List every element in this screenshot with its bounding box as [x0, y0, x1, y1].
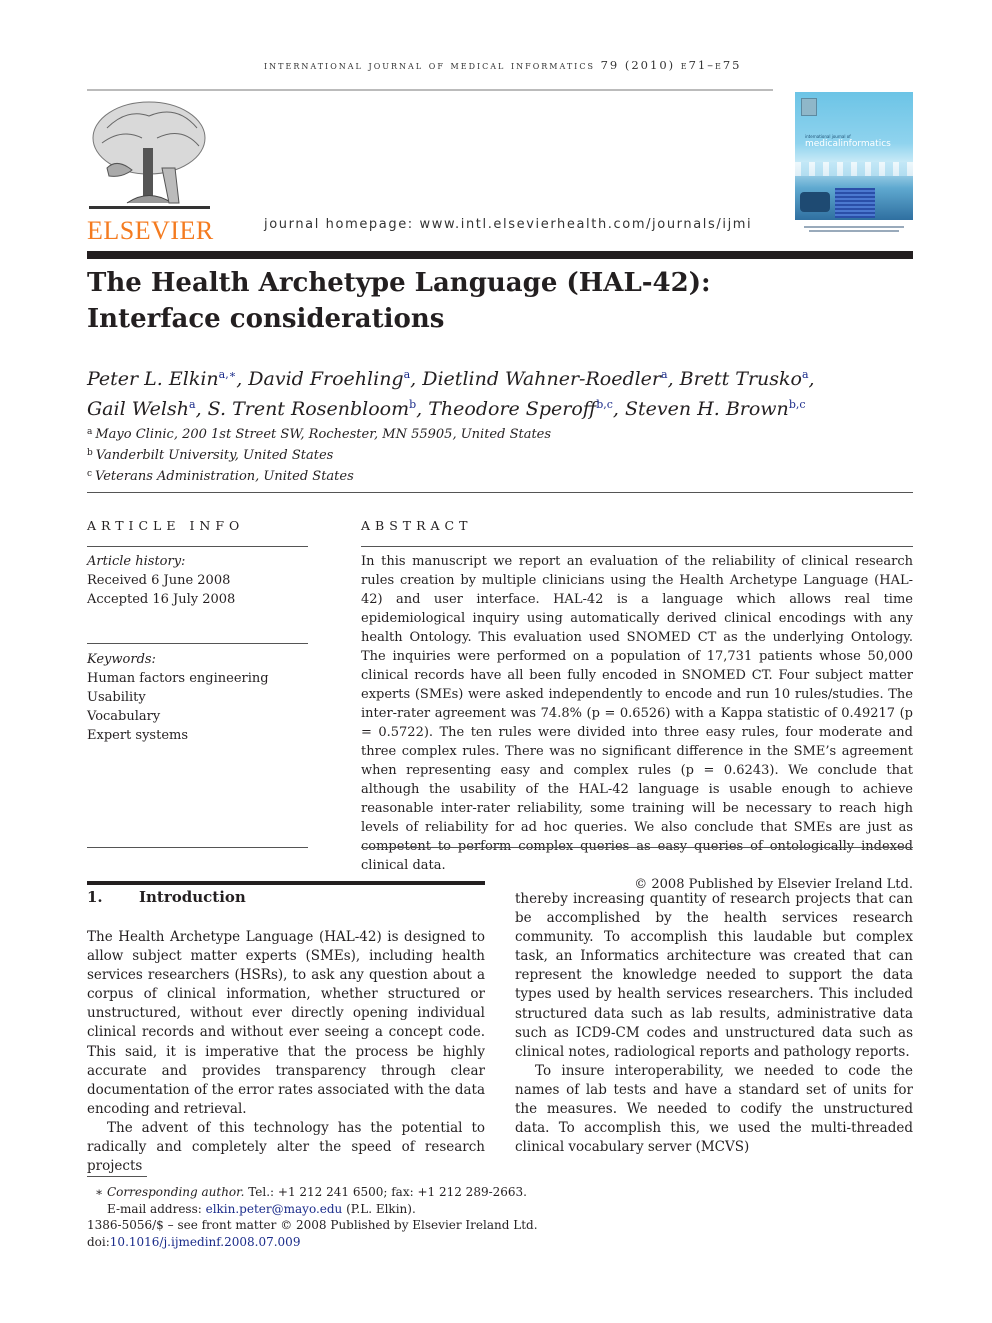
introduction-rule [87, 881, 485, 885]
history-label: Article history: [87, 554, 186, 569]
header-rule [87, 89, 773, 91]
author-name[interactable]: Theodore Speroff [428, 398, 596, 420]
cover-title: medicalinformatics [805, 139, 891, 149]
paragraph: thereby increasing quantity of research … [515, 891, 913, 1060]
author-affil-mark[interactable]: a [189, 398, 196, 411]
doi-link[interactable]: 10.1016/j.ijmedinf.2008.07.009 [110, 1235, 301, 1249]
contact-info: Tel.: +1 212 241 6500; fax: +1 212 289-2… [244, 1185, 527, 1199]
elsevier-tree-logo [87, 98, 212, 213]
article-history: Article history: Received 6 June 2008 Ac… [87, 552, 308, 609]
abstract-heading: ABSTRACT [361, 518, 473, 533]
cover-logo-icon [801, 98, 817, 116]
introduction-heading: 1. Introduction [87, 888, 246, 906]
author-name[interactable]: Steven H. Brown [625, 398, 789, 420]
paragraph: The Health Archetype Language (HAL-42) i… [87, 929, 485, 1117]
doi-line: doi:10.1016/j.ijmedinf.2008.07.009 [87, 1234, 301, 1249]
author-name[interactable]: David Froehling [248, 368, 403, 390]
author-name[interactable]: S. Trent Rosenbloom [208, 398, 409, 420]
article-info-bottom-rule [87, 847, 308, 848]
keywords-rule [87, 643, 308, 644]
right-column: thereby increasing quantity of research … [515, 890, 913, 1157]
issn-line: 1386-5056/$ – see front matter © 2008 Pu… [87, 1218, 538, 1232]
cover-photo-patient [800, 192, 830, 212]
abstract-text: In this manuscript we report an evaluati… [361, 554, 913, 873]
email-link[interactable]: elkin.peter@mayo.edu [206, 1202, 343, 1216]
paragraph: The advent of this technology has the po… [87, 1119, 485, 1175]
author-affil-mark[interactable]: a [404, 368, 411, 381]
article-info-rule [87, 546, 308, 547]
running-head: international journal of medical informa… [264, 58, 742, 72]
abstract: In this manuscript we report an evaluati… [361, 552, 913, 894]
cover-photo-data [835, 188, 875, 218]
left-column: The Health Archetype Language (HAL-42) i… [87, 928, 485, 1176]
elsevier-wordmark: ELSEVIER [87, 216, 214, 245]
keyword: Expert systems [87, 728, 189, 743]
keywords: Keywords: Human factors engineering Usab… [87, 650, 308, 745]
section-title: Introduction [139, 888, 246, 906]
affiliation: c Veterans Administration, United States [87, 469, 354, 484]
footnotes: ∗ Corresponding author. Tel.: +1 212 241… [87, 1184, 547, 1250]
corresponding-label: Corresponding author. [106, 1185, 245, 1199]
affiliation: b Vanderbilt University, United States [87, 448, 334, 463]
author-list: Peter L. Elkina,∗, David Froehlinga, Die… [87, 368, 815, 420]
author-affil-mark[interactable]: a,∗ [219, 368, 237, 381]
corresponding-author-note: ∗ Corresponding author. Tel.: +1 212 241… [95, 1185, 527, 1199]
abstract-bottom-rule [361, 847, 913, 848]
journal-cover-image: international journal of medicalinformat… [795, 92, 913, 220]
author-affil-mark[interactable]: b,c [596, 398, 613, 411]
email-note: E-mail address: elkin.peter@mayo.edu (P.… [107, 1201, 416, 1216]
journal-homepage[interactable]: journal homepage: www.intl.elsevierhealt… [264, 217, 752, 232]
abstract-rule [361, 546, 913, 547]
title-rule [87, 251, 913, 259]
author-affil-mark[interactable]: b,c [789, 398, 806, 411]
keyword: Usability [87, 690, 146, 705]
keyword: Vocabulary [87, 709, 161, 724]
author-name[interactable]: Brett Trusko [680, 368, 802, 390]
cover-caption [795, 226, 913, 236]
article-info-heading: ARTICLE INFO [87, 518, 245, 533]
paragraph: To insure interoperability, we needed to… [515, 1062, 913, 1156]
tree-icon [89, 101, 210, 209]
affiliation: a Mayo Clinic, 200 1st Street SW, Rochest… [87, 427, 552, 442]
author-name[interactable]: Dietlind Wahner-Roedler [422, 368, 661, 390]
keywords-label: Keywords: [87, 652, 156, 667]
section-number: 1. [87, 888, 103, 906]
author-affil-mark[interactable]: a [802, 368, 809, 381]
author-name[interactable]: Gail Welsh [87, 398, 189, 420]
keyword: Human factors engineering [87, 671, 269, 686]
section-divider [87, 492, 913, 493]
title-line-1: The Health Archetype Language (HAL-42): [87, 268, 711, 298]
author-name[interactable]: Peter L. Elkin [87, 368, 219, 390]
article-title: The Health Archetype Language (HAL-42): … [87, 265, 907, 337]
author-affil-mark[interactable]: b [409, 398, 416, 411]
received-date: Received 6 June 2008 [87, 573, 231, 588]
accepted-date: Accepted 16 July 2008 [87, 592, 236, 607]
title-line-2: Interface considerations [87, 304, 445, 334]
author-affil-mark[interactable]: a [661, 368, 668, 381]
affiliations: a Mayo Clinic, 200 1st Street SW, Rochest… [87, 423, 687, 486]
cover-pattern [795, 162, 913, 176]
footnote-rule [87, 1176, 147, 1177]
